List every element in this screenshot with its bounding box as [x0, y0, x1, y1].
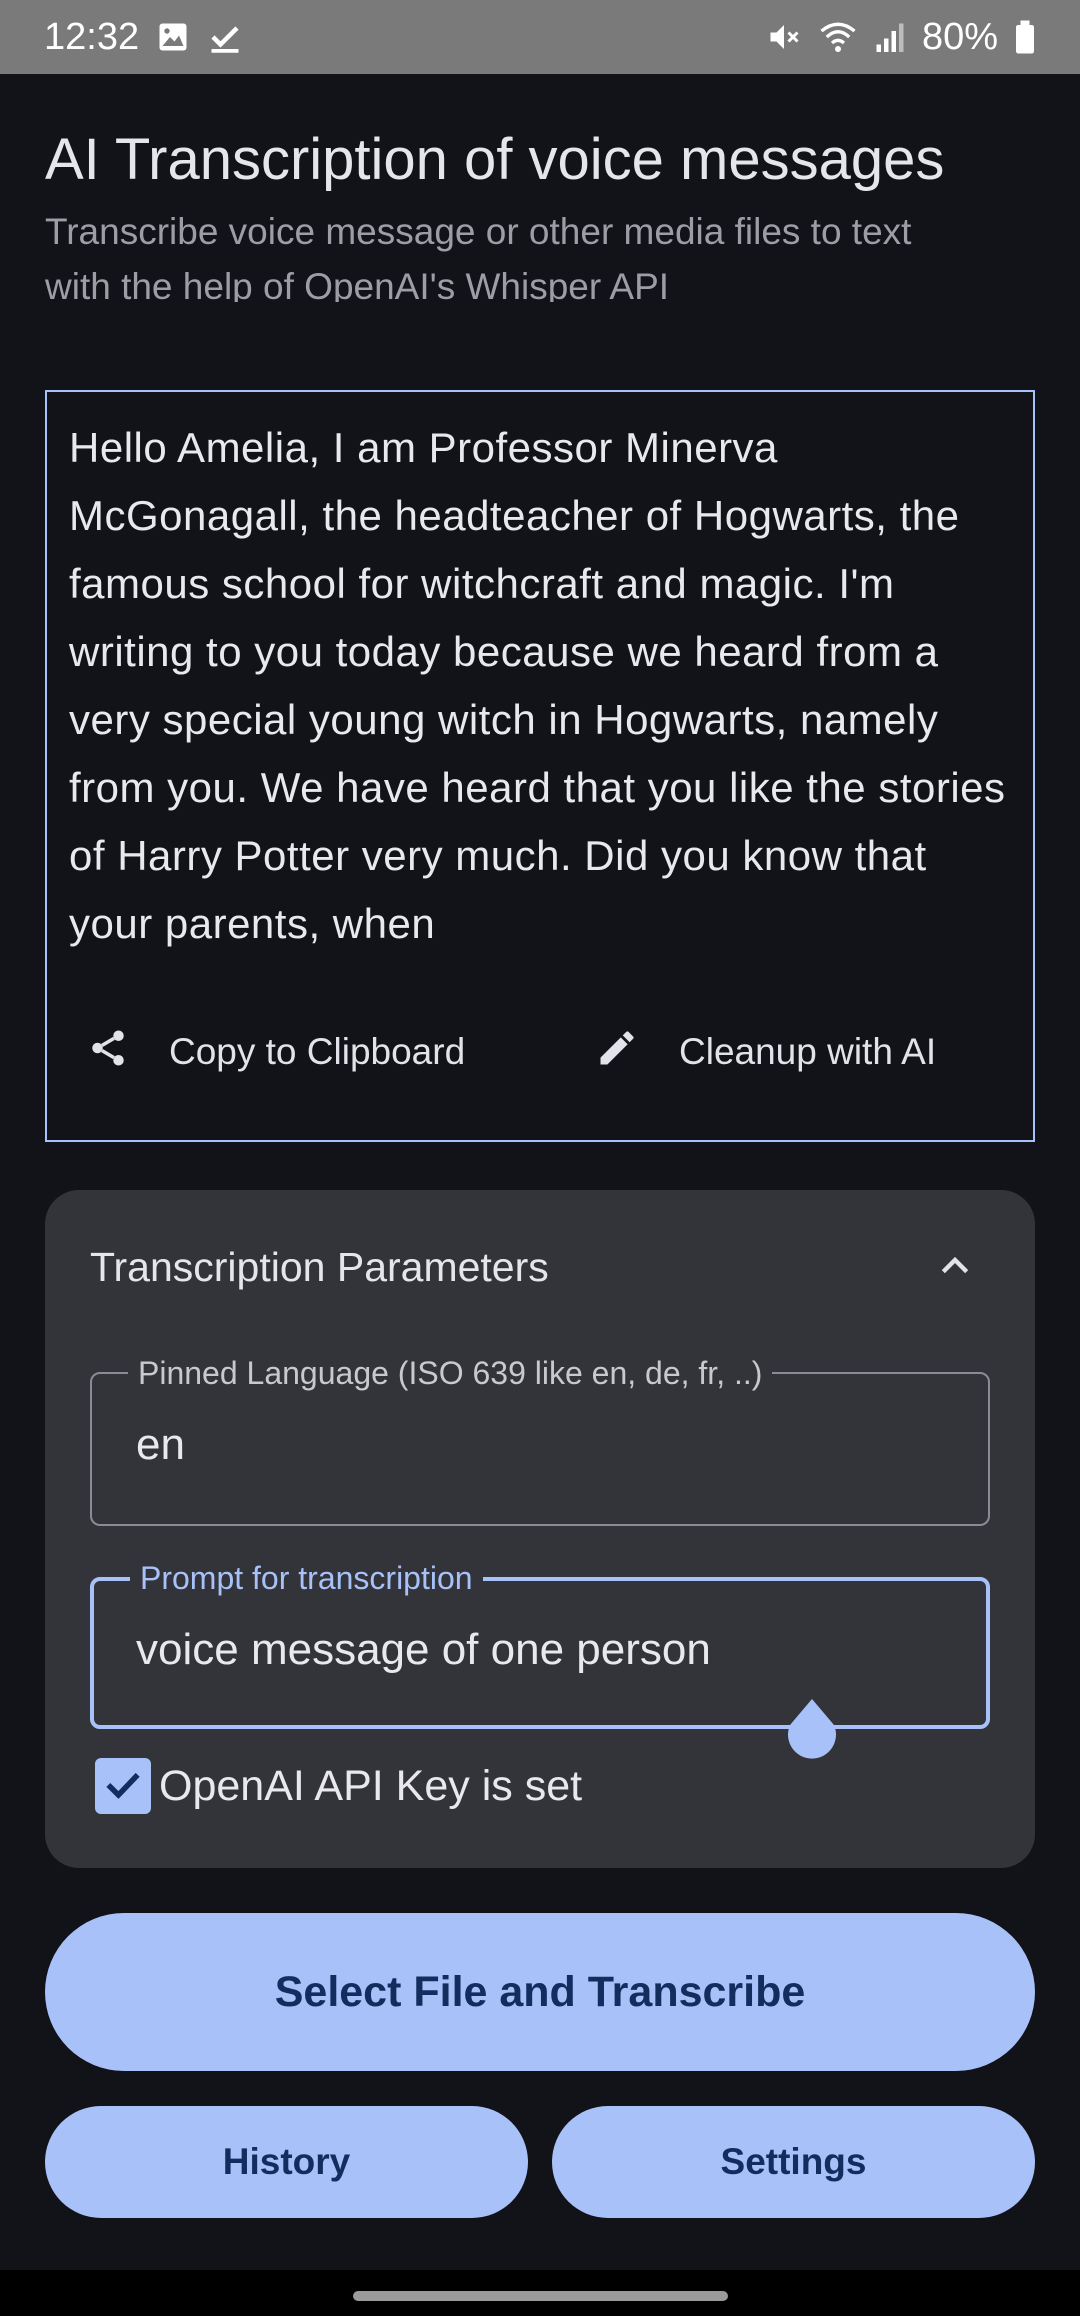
text-cursor-handle[interactable]: [784, 1695, 840, 1761]
page-subtitle: Transcribe voice message or other media …: [45, 211, 912, 302]
pinned-language-value[interactable]: en: [136, 1420, 956, 1470]
status-left: 12:32: [44, 16, 243, 59]
transcript-scroll-area[interactable]: Hello Amelia, I am Professor Minerva McG…: [47, 392, 1033, 952]
api-key-checkbox[interactable]: [95, 1758, 151, 1814]
transcript-text: Hello Amelia, I am Professor Minerva McG…: [69, 424, 1006, 947]
check-icon: [101, 1762, 145, 1811]
cleanup-with-ai-label: Cleanup with AI: [679, 1031, 937, 1072]
copy-to-clipboard-label: Copy to Clipboard: [169, 1031, 466, 1072]
pencil-icon: [595, 1026, 639, 1079]
prompt-field[interactable]: Prompt for transcription voice message o…: [90, 1559, 990, 1759]
gallery-notification-icon: [155, 19, 191, 55]
task-done-notification-icon: [207, 19, 243, 55]
api-key-label: OpenAI API Key is set: [159, 1761, 583, 1810]
chevron-up-icon: [935, 1245, 975, 1290]
battery-icon: [1014, 19, 1036, 55]
mute-icon: [766, 19, 802, 55]
collapse-button[interactable]: [930, 1242, 980, 1292]
params-title: Transcription Parameters: [90, 1244, 549, 1290]
status-bar: 12:32 80%: [0, 0, 1080, 74]
transcript-box: Hello Amelia, I am Professor Minerva McG…: [45, 390, 1035, 1142]
share-icon: [87, 1027, 129, 1078]
wifi-icon: [818, 19, 858, 55]
signal-icon: [874, 19, 906, 55]
copy-to-clipboard-button[interactable]: Copy to Clipboard: [87, 992, 465, 1112]
cleanup-with-ai-button[interactable]: Cleanup with AI: [595, 992, 936, 1112]
transcription-parameters-card: Transcription Parameters Pinned Language…: [45, 1190, 1035, 1868]
home-indicator[interactable]: [353, 2291, 728, 2301]
history-button[interactable]: History: [45, 2106, 528, 2218]
prompt-label: Prompt for transcription: [130, 1559, 483, 1597]
status-right: 80%: [766, 16, 1036, 59]
pinned-language-field[interactable]: Pinned Language (ISO 639 like en, de, fr…: [90, 1354, 990, 1526]
prompt-value[interactable]: voice message of one person: [136, 1625, 956, 1675]
select-file-and-transcribe-button[interactable]: Select File and Transcribe: [45, 1913, 1035, 2071]
battery-percent: 80%: [921, 15, 998, 58]
api-key-row: OpenAI API Key is set: [95, 1756, 582, 1816]
transcript-actions: Copy to Clipboard Cleanup with AI: [47, 992, 1033, 1112]
status-time: 12:32: [44, 15, 140, 58]
settings-button[interactable]: Settings: [552, 2106, 1035, 2218]
pinned-language-label: Pinned Language (ISO 639 like en, de, fr…: [128, 1354, 773, 1392]
page-title: AI Transcription of voice messages: [45, 127, 945, 192]
